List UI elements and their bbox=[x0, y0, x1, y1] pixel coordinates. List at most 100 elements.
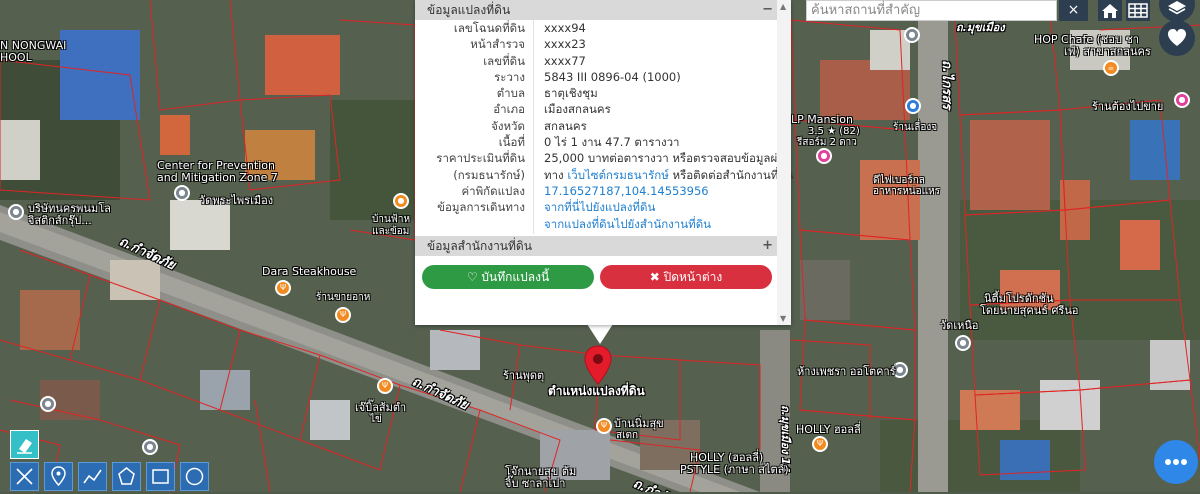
pin-tool-button[interactable] bbox=[44, 462, 73, 491]
home-button[interactable] bbox=[1098, 0, 1122, 21]
land-office-title: ข้อมูลสำนักงานที่ดิน bbox=[427, 239, 532, 253]
favorites-button[interactable] bbox=[1159, 20, 1195, 56]
poi-shop-pink-icon[interactable]: ● bbox=[1174, 92, 1190, 108]
parcel-info-title: ข้อมูลแปลงที่ดิน bbox=[427, 3, 511, 17]
location-pin-icon bbox=[51, 466, 66, 487]
row-value: ทาง เว็บไซต์กรมธนารักษ์ หรือติดต่อสำนักง… bbox=[544, 167, 794, 183]
info-row: เลขโฉนดที่ดิน xxxx94 bbox=[415, 20, 777, 36]
eraser-tool-button[interactable] bbox=[10, 430, 39, 459]
parcel-info-header[interactable]: ข้อมูลแปลงที่ดิน − bbox=[415, 0, 777, 20]
map-label: HOOL bbox=[0, 51, 32, 64]
scroll-down-icon[interactable]: ▼ bbox=[780, 314, 786, 323]
coordinates-link[interactable]: 17.16527187,104.14553956 bbox=[544, 184, 709, 198]
row-value: จากแปลงที่ดินไปยังสำนักงานที่ดิน bbox=[544, 216, 711, 232]
row-value: เมืองสกลนคร bbox=[544, 102, 611, 117]
polygon-tool-button[interactable] bbox=[112, 462, 141, 491]
map-label: ดีไฟเบอร์กล bbox=[873, 175, 925, 186]
map-label: เจ๊บิ๊ลส้มตำ bbox=[355, 401, 407, 414]
row-value-text: ทาง bbox=[544, 167, 568, 182]
rectangle-tool-button[interactable] bbox=[146, 462, 175, 491]
map-label: วัดพระไพรเมือง bbox=[199, 194, 274, 207]
map-label: อาหารหน่อแหร bbox=[873, 186, 941, 197]
poi-gray-icon[interactable]: ● bbox=[904, 27, 920, 43]
place-search-input[interactable]: ค้นหาสถานที่สำคัญ bbox=[806, 0, 1057, 21]
poi-gray-icon[interactable]: ● bbox=[142, 439, 158, 455]
info-row: อำเภอ เมืองสกลนคร bbox=[415, 101, 777, 117]
map-label: LP Mansion bbox=[791, 113, 853, 126]
poi-hotel-icon[interactable]: ● bbox=[905, 98, 921, 114]
map-label: HOLLY (ฮอลลี่) bbox=[690, 451, 764, 464]
map-label: บริษัทนครพนมโล bbox=[28, 202, 111, 215]
grid-button[interactable] bbox=[1126, 0, 1150, 21]
info-row: เนื้อที่ 0 ไร่ 1 งาน 47.7 ตารางวา bbox=[415, 134, 777, 150]
treasury-website-link[interactable]: เว็บไซต์กรมธนารักษ์ bbox=[567, 168, 669, 182]
poi-restaurant-icon[interactable]: Ψ bbox=[812, 436, 828, 452]
map-label: ร้านพุดตุ bbox=[503, 369, 545, 382]
row-key: ข้อมูลการเดินทาง bbox=[437, 200, 525, 215]
close-icon: ✖ bbox=[649, 270, 664, 284]
poi-gray-icon[interactable]: ● bbox=[40, 396, 56, 412]
layers-button[interactable] bbox=[1159, 0, 1195, 22]
row-key: ราคาประเมินที่ดิน bbox=[436, 151, 525, 166]
map-label: ไข่ bbox=[370, 414, 382, 425]
poi-temple-icon[interactable]: ● bbox=[955, 335, 971, 351]
expand-icon[interactable]: + bbox=[762, 236, 773, 256]
polyline-tool-button[interactable] bbox=[78, 462, 107, 491]
map-label: PSTYLE (ภาษา สไตล์) bbox=[680, 463, 789, 476]
poi-restaurant-icon[interactable]: Ψ bbox=[596, 418, 612, 434]
measure-tool-button[interactable] bbox=[10, 462, 39, 491]
search-clear-button[interactable]: × bbox=[1059, 0, 1088, 21]
row-value: xxxx94 bbox=[544, 21, 586, 35]
map-label: ร้านต้องไปขาย bbox=[1092, 100, 1164, 113]
poi-restaurant-icon[interactable]: Ψ bbox=[335, 307, 351, 323]
map-label: Center for Prevention bbox=[157, 159, 275, 172]
map-label: และข้อม bbox=[372, 226, 410, 237]
map-label: N NONGWAI bbox=[0, 39, 67, 52]
row-key: เลขที่ดิน bbox=[483, 53, 525, 68]
polyline-icon bbox=[83, 469, 102, 484]
poi-cafe-icon[interactable]: ☕ bbox=[1103, 60, 1119, 76]
poi-company-icon[interactable]: ● bbox=[8, 204, 24, 220]
row-value: สกลนคร bbox=[544, 118, 587, 133]
directions-to-parcel-link[interactable]: จากที่นี่ไปยังแปลงที่ดิน bbox=[544, 200, 655, 214]
row-value: xxxx23 bbox=[544, 37, 586, 52]
poi-shop-icon[interactable]: ● bbox=[393, 193, 409, 209]
poi-center-icon[interactable]: ● bbox=[174, 185, 190, 201]
parcel-info-popup: ข้อมูลแปลงที่ดิน − เลขโฉนดที่ดิน xxxx94 ห… bbox=[415, 0, 794, 325]
row-value: 5843 III 0896-04 (1000) bbox=[544, 69, 681, 84]
map-label: เฟ่) สาขาสกลนคร bbox=[1064, 45, 1151, 58]
map-pin-icon[interactable] bbox=[583, 345, 613, 389]
collapse-icon[interactable]: − bbox=[762, 0, 773, 20]
row-key: หน้าสำรวจ bbox=[470, 37, 525, 52]
row-key: ค่าพิกัดแปลง bbox=[461, 183, 525, 198]
row-value: 25,000 บาทต่อตารางวา หรือตรวจสอบข้อมูลผ่… bbox=[544, 151, 792, 166]
layers-icon bbox=[1168, 1, 1186, 15]
poi-restaurant-icon[interactable]: Ψ bbox=[377, 378, 393, 394]
map-label: and Mitigation Zone 7 bbox=[157, 171, 278, 184]
close-window-button[interactable]: ✖ ปิดหน้าต่าง bbox=[600, 265, 772, 289]
map-label: สเตก bbox=[616, 430, 639, 441]
row-key: เลขโฉนดที่ดิน bbox=[453, 21, 525, 35]
map-label: 3.5 ★ (82) bbox=[808, 126, 860, 137]
map-label: โดยนายสุคนธ์ ศรีนอ bbox=[980, 304, 1079, 317]
save-parcel-button[interactable]: ♡ บันทึกแปลงนี้ bbox=[422, 265, 594, 289]
polygon-icon bbox=[118, 467, 135, 485]
grid-icon bbox=[1128, 3, 1148, 18]
directions-to-office-link[interactable]: จากแปลงที่ดินไปยังสำนักงานที่ดิน bbox=[544, 217, 711, 231]
row-key: อำเภอ bbox=[493, 102, 525, 117]
row-value: xxxx77 bbox=[544, 53, 586, 68]
poi-shop-pink-icon[interactable]: ● bbox=[816, 148, 832, 164]
scroll-up-icon[interactable]: ▲ bbox=[780, 2, 786, 11]
row-value: 0 ไร่ 1 งาน 47.7 ตารางวา bbox=[544, 135, 680, 150]
ruler-pencil-icon bbox=[16, 468, 33, 485]
popup-scrollbar[interactable]: ▲ ▼ bbox=[777, 0, 791, 325]
save-parcel-label: บันทึกแปลงนี้ bbox=[481, 270, 550, 284]
land-office-header[interactable]: ข้อมูลสำนักงานที่ดิน + bbox=[415, 236, 777, 256]
parcel-info-table: เลขโฉนดที่ดิน xxxx94 หน้าสำรวจ xxxx23 เลขท… bbox=[415, 20, 793, 232]
road-label: ถ.ไกรสร bbox=[939, 60, 954, 110]
circle-tool-button[interactable] bbox=[180, 462, 209, 491]
map-label: นิตี้มโปรดักชัน bbox=[984, 292, 1054, 305]
map-label: รีสอร์ม 2 ดาว bbox=[797, 137, 857, 148]
chat-button[interactable] bbox=[1154, 440, 1198, 484]
poi-restaurant-icon[interactable]: Ψ bbox=[275, 280, 291, 296]
